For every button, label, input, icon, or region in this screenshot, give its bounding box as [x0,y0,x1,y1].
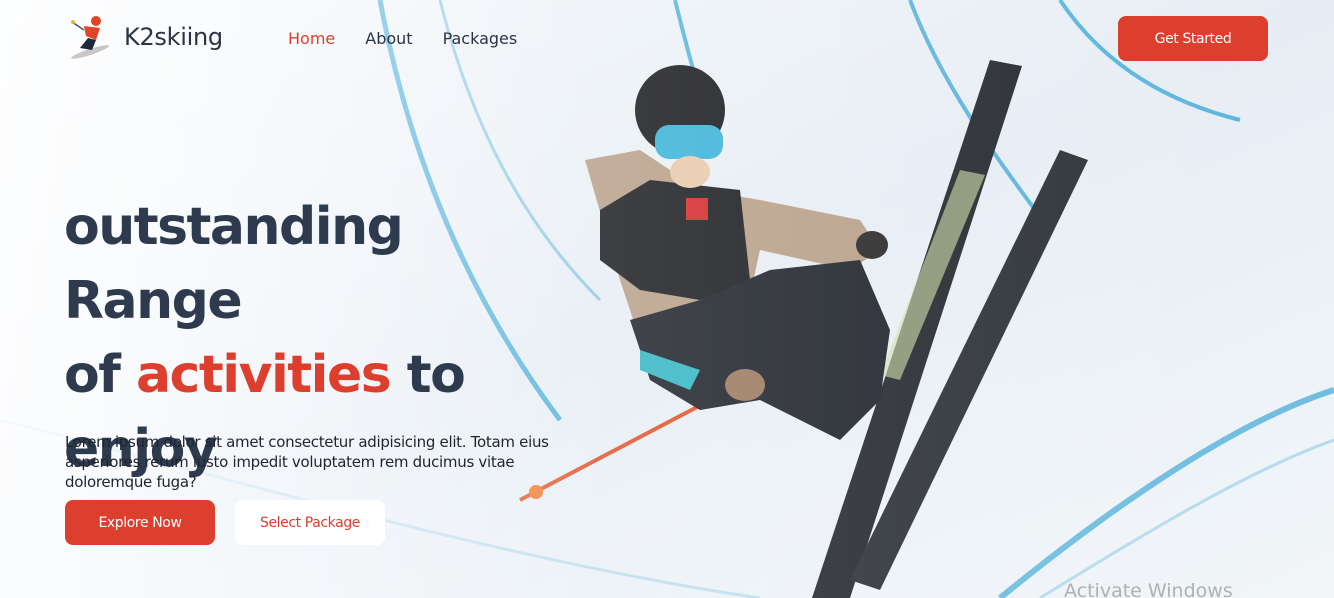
headline-word-of: of [64,345,121,405]
brand-name: K2skiing [124,23,223,51]
explore-now-button[interactable]: Explore Now [65,500,215,545]
nav-link-home[interactable]: Home [288,29,335,48]
headline-accent: activities [135,345,392,405]
headline-line-1: outstanding Range [64,197,404,331]
nav-link-packages[interactable]: Packages [443,29,518,48]
select-package-button[interactable]: Select Package [235,500,385,545]
get-started-button[interactable]: Get Started [1118,16,1268,61]
hero-description: Lorem ipsum dolor sit amet consectetur a… [65,433,549,491]
nav-link-about[interactable]: About [365,29,412,48]
top-navbar: K2skiing Home About Packages Get Started [0,0,1334,78]
skier-logo-icon [70,16,110,59]
activate-windows-watermark: Activate Windows [1064,580,1233,598]
nav-links: Home About Packages [288,29,547,48]
headline-word-to: to [406,345,466,405]
brand-logo[interactable]: K2skiing [66,12,223,62]
